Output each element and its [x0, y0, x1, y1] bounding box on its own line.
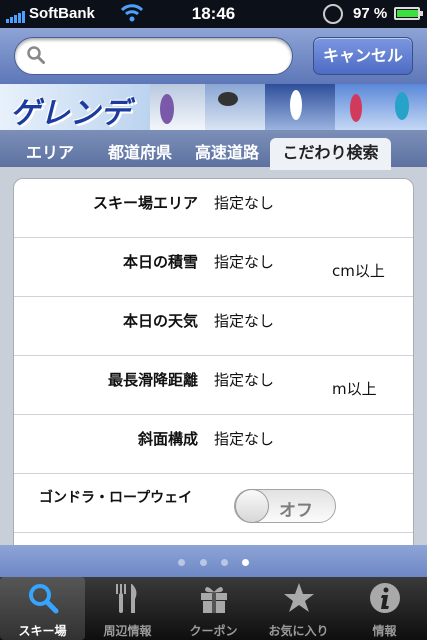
- tabbar-item-nearby[interactable]: 周辺情報: [85, 577, 170, 640]
- toggle-knob: [235, 489, 269, 523]
- search-icon: [29, 584, 59, 614]
- filter-row-weather[interactable]: 本日の天気 指定なし: [14, 297, 413, 356]
- page-dot-current[interactable]: [242, 559, 249, 566]
- filter-label: 本日の天気: [122, 312, 198, 330]
- banner-title: ゲレンデ: [10, 96, 130, 130]
- star-icon: [284, 583, 314, 612]
- gondola-toggle[interactable]: オフ: [234, 489, 336, 523]
- banner-photo: [335, 84, 427, 130]
- tabbar-label: 周辺情報: [103, 624, 152, 638]
- skier-figure: [395, 92, 409, 120]
- tabbar-item-coupon[interactable]: クーポン: [171, 577, 256, 640]
- tabbar-item-ski-resorts[interactable]: スキー場: [0, 577, 85, 640]
- filter-label: ゴンドラ・ロープウェイ: [39, 490, 193, 506]
- tabbar-item-favorites[interactable]: お気に入り: [256, 577, 341, 640]
- filter-value: 指定なし: [214, 430, 275, 448]
- filter-row-next: [14, 533, 413, 545]
- search-bar: キャンセル: [0, 28, 427, 84]
- filter-label: 本日の積雪: [122, 253, 198, 271]
- filter-label: 最長滑降距離: [107, 371, 198, 389]
- banner: ゲレンデ: [0, 84, 427, 130]
- rotation-lock-icon: [323, 4, 343, 24]
- status-bar: SoftBank 18:46 97 %: [0, 0, 427, 28]
- battery-icon: [394, 7, 423, 20]
- tabbar-label: クーポン: [189, 624, 238, 638]
- filter-row-slope[interactable]: 斜面構成 指定なし: [14, 415, 413, 474]
- filter-label: スキー場エリア: [92, 194, 198, 212]
- page-indicator: [0, 545, 427, 577]
- filter-value: 指定なし: [214, 194, 275, 212]
- info-icon: [370, 583, 400, 613]
- filter-row-snow[interactable]: 本日の積雪 指定なし cm以上: [14, 238, 413, 297]
- snowboarder-figure: [290, 90, 302, 120]
- skier-figure: [160, 94, 174, 124]
- fork-knife-icon: [116, 584, 137, 613]
- search-input[interactable]: [14, 37, 293, 75]
- filter-label: 斜面構成: [137, 430, 198, 448]
- toggle-state: オフ: [279, 501, 313, 521]
- battery-percent: 97 %: [353, 5, 388, 22]
- search-icon: [27, 46, 45, 64]
- skier-figure: [350, 94, 362, 122]
- tab-area[interactable]: エリア: [12, 138, 88, 170]
- tabbar-label: スキー場: [18, 624, 67, 638]
- tabbar-label: 情報: [372, 624, 397, 638]
- filter-row-gondola: ゴンドラ・ロープウェイ オフ: [14, 474, 413, 533]
- filter-value: 指定なし: [214, 253, 275, 271]
- filter-value: 指定なし: [214, 312, 275, 330]
- snowboarder-figure: [218, 92, 238, 106]
- tab-detailed-search[interactable]: こだわり検索: [270, 138, 391, 170]
- page-dot[interactable]: [178, 559, 185, 566]
- banner-photo: [205, 84, 265, 130]
- tab-prefecture[interactable]: 都道府県: [94, 138, 186, 170]
- filter-content: スキー場エリア 指定なし 本日の積雪 指定なし cm以上 本日の天気 指定なし …: [0, 170, 427, 545]
- tab-highway[interactable]: 高速道路: [186, 138, 268, 170]
- filter-list: スキー場エリア 指定なし 本日の積雪 指定なし cm以上 本日の天気 指定なし …: [13, 178, 414, 545]
- filter-row-area[interactable]: スキー場エリア 指定なし: [14, 179, 413, 238]
- filter-unit: m以上: [332, 380, 377, 398]
- gift-icon: [201, 586, 227, 613]
- banner-photo: [150, 84, 205, 130]
- filter-unit: cm以上: [332, 262, 385, 280]
- cancel-button[interactable]: キャンセル: [313, 37, 413, 75]
- tabbar-label: お気に入り: [268, 624, 329, 638]
- tab-bar: スキー場 周辺情報 クーポン お気に入り 情報: [0, 577, 427, 640]
- tabbar-item-info[interactable]: 情報: [342, 577, 427, 640]
- segment-tabs: エリア 都道府県 高速道路 こだわり検索: [0, 130, 427, 170]
- page-dot[interactable]: [200, 559, 207, 566]
- filter-value: 指定なし: [214, 371, 275, 389]
- filter-row-distance[interactable]: 最長滑降距離 指定なし m以上: [14, 356, 413, 415]
- page-dot[interactable]: [221, 559, 228, 566]
